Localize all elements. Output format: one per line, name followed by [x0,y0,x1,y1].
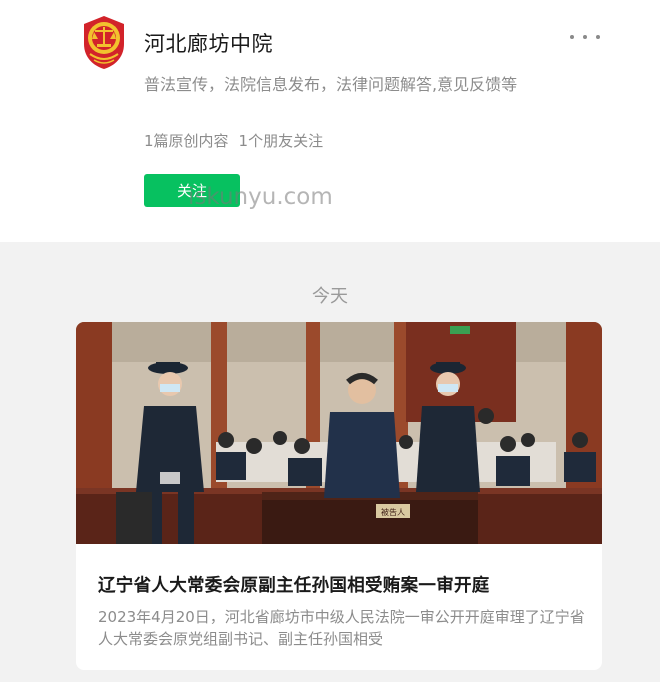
account-name: 河北廊坊中院 [144,32,273,56]
date-divider: 今天 [312,286,348,307]
follow-button[interactable]: 关注 [144,174,240,207]
account-stats: 1篇原创内容 1个朋友关注 [144,130,323,151]
courtroom-photo[interactable]: 被告人 [76,322,602,544]
dot-3 [596,35,600,39]
article-title[interactable]: 辽宁省人大常委会原副主任孙国相受贿案一审开庭 [98,572,490,597]
article-feed: 今天 被告人 辽宁省人大常委会原副主任孙国相受贿案一审开庭 2023年4月20日… [0,242,660,682]
court-emblem-icon[interactable] [80,14,128,70]
account-description: 普法宣传，法院信息发布，法律问题解答,意见反馈等 [144,75,518,94]
dot-1 [570,35,574,39]
article-card[interactable]: 被告人 辽宁省人大常委会原副主任孙国相受贿案一审开庭 2023年4月20日，河北 [76,322,602,670]
more-dots-icon[interactable] [570,28,600,46]
article-digest: 2023年4月20日，河北省廊坊市中级人民法院一审公开开庭审理了辽宁省人大常委会… [98,608,585,648]
friends-following[interactable]: 1个朋友关注 [239,130,324,151]
dot-2 [583,35,587,39]
dock-nameplate: 被告人 [381,507,405,517]
original-count[interactable]: 1篇原创内容 [144,130,229,151]
account-profile: 河北廊坊中院 普法宣传，法院信息发布，法律问题解答,意见反馈等 1篇原创内容 1… [0,0,660,242]
